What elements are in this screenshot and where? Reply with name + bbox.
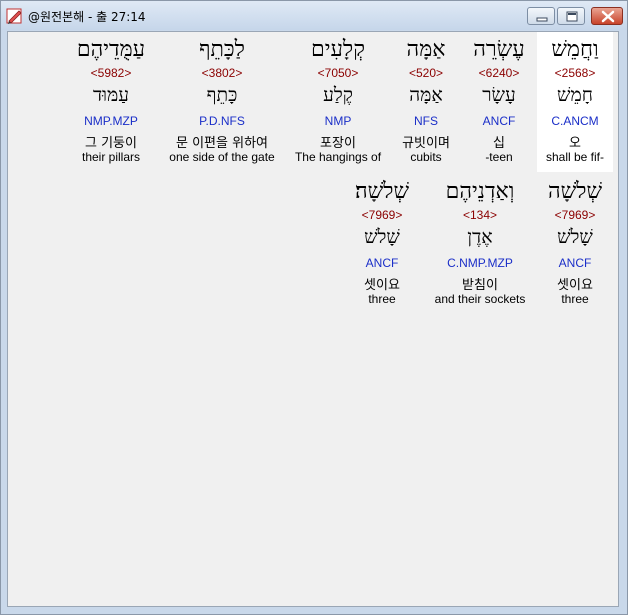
word-column[interactable]: שְׁלֹשָׁה <7969> שָׁלֹשׁ ANCF 셋이요 three (537, 174, 613, 314)
app-pen-icon (6, 7, 24, 25)
morphology-code: ANCF (482, 114, 516, 128)
english-gloss: and their sockets (434, 292, 526, 306)
word-column[interactable]: אַמָּה <520> אַמָּה NFS 규빗이며 cubits (390, 32, 462, 172)
word-column[interactable]: עֶשְׂרֵה <6240> עָשָׂר ANCF 십 -teen (464, 32, 534, 172)
hebrew-lemma: אֶדֶן (467, 226, 493, 248)
hebrew-word: אַמָּה (406, 37, 446, 62)
morphology-code: C.ANCM (551, 114, 599, 128)
korean-gloss: 셋이요 (557, 278, 593, 293)
korean-gloss: 받침이 (462, 278, 498, 293)
hebrew-word: עֶשְׂרֵה (473, 37, 525, 62)
korean-gloss: 포장이 (320, 136, 356, 151)
close-button[interactable] (591, 7, 623, 25)
morphology-code: C.NMP.MZP (447, 256, 513, 270)
word-column[interactable]: שְׁלֹשָׁה׃ <7969> שָׁלֹשׁ ANCF 셋이요 three (344, 174, 420, 314)
hebrew-word: קְלָעִים (310, 37, 365, 62)
hebrew-lemma: עָשָׂר (482, 84, 516, 106)
strong-number[interactable]: <520> (390, 66, 462, 80)
window-title: @원전본해 - 출 27:14 (28, 10, 146, 24)
korean-gloss: 문 이편을 위하여 (176, 136, 268, 151)
word-column[interactable]: קְלָעִים <7050> קֶלַע NMP 포장이 The hangin… (288, 32, 388, 172)
word-column[interactable]: וַחֲמֵשׁ <2568> חָמֵשׁ C.ANCM 오 shall be… (537, 32, 613, 172)
korean-gloss: 규빗이며 (402, 136, 450, 151)
hebrew-lemma: אַמָּה (409, 84, 443, 106)
app-window: @원전본해 - 출 27:14 וַחֲמֵשׁ <2568> חָמֵשׁ C… (0, 0, 628, 615)
english-gloss: cubits (410, 150, 442, 164)
strong-number[interactable]: <2568> (537, 66, 613, 80)
strong-number[interactable]: <7969> (537, 208, 613, 222)
english-gloss: -teen (485, 150, 513, 164)
strong-number[interactable]: <7969> (344, 208, 420, 222)
minimize-button[interactable] (527, 7, 555, 25)
strong-number[interactable]: <6240> (464, 66, 534, 80)
hebrew-lemma: עַמּוּד (92, 84, 129, 106)
korean-gloss: 그 기둥이 (85, 136, 137, 151)
korean-gloss: 오 (569, 136, 581, 151)
interlinear-panel[interactable]: וַחֲמֵשׁ <2568> חָמֵשׁ C.ANCM 오 shall be… (7, 31, 619, 607)
hebrew-word: לַכָּתֵף (199, 37, 245, 62)
korean-gloss: 십 (493, 136, 505, 151)
english-gloss: one side of the gate (169, 150, 275, 164)
minimize-icon (536, 17, 548, 22)
hebrew-lemma: חָמֵשׁ (557, 84, 593, 106)
hebrew-lemma: קֶלַע (323, 84, 353, 106)
maximize-icon (566, 11, 578, 22)
hebrew-lemma: שָׁלֹשׁ (557, 226, 593, 248)
hebrew-lemma: כָּתֵף (206, 84, 238, 106)
maximize-button[interactable] (557, 7, 585, 25)
morphology-code: NFS (414, 114, 438, 128)
word-column[interactable]: עַמֻּדֵיהֶם <5982> עַמּוּד NMP.MZP 그 기둥이… (70, 32, 152, 172)
morphology-code: P.D.NFS (199, 114, 245, 128)
strong-number[interactable]: <5982> (70, 66, 152, 80)
hebrew-word: שְׁלֹשָׁה (547, 179, 603, 204)
hebrew-lemma: שָׁלֹשׁ (364, 226, 400, 248)
morphology-code: NMP (324, 114, 352, 128)
english-gloss: their pillars (81, 150, 141, 164)
close-icon (601, 10, 615, 23)
korean-gloss: 셋이요 (364, 278, 400, 293)
word-column[interactable]: לַכָּתֵף <3802> כָּתֵף P.D.NFS 문 이편을 위하여… (160, 32, 284, 172)
english-gloss: shall be fif- (545, 150, 605, 164)
strong-number[interactable]: <7050> (288, 66, 388, 80)
english-gloss: The hangings of (294, 150, 382, 164)
hebrew-word: עַמֻּדֵיהֶם (76, 37, 146, 62)
hebrew-word: וְאַדְנֵיהֶם (445, 179, 515, 204)
title-bar[interactable]: @원전본해 - 출 27:14 (1, 1, 627, 30)
strong-number[interactable]: <3802> (160, 66, 284, 80)
morphology-code: ANCF (365, 256, 399, 270)
strong-number[interactable]: <134> (428, 208, 532, 222)
morphology-code: NMP.MZP (84, 114, 138, 128)
english-gloss: three (561, 292, 589, 306)
morphology-code: ANCF (558, 256, 592, 270)
word-column[interactable]: וְאַדְנֵיהֶם <134> אֶדֶן C.NMP.MZP 받침이 a… (428, 174, 532, 314)
hebrew-word: וַחֲמֵשׁ (551, 37, 599, 62)
hebrew-word: שְׁלֹשָׁה׃ (354, 179, 410, 204)
english-gloss: three (368, 292, 396, 306)
